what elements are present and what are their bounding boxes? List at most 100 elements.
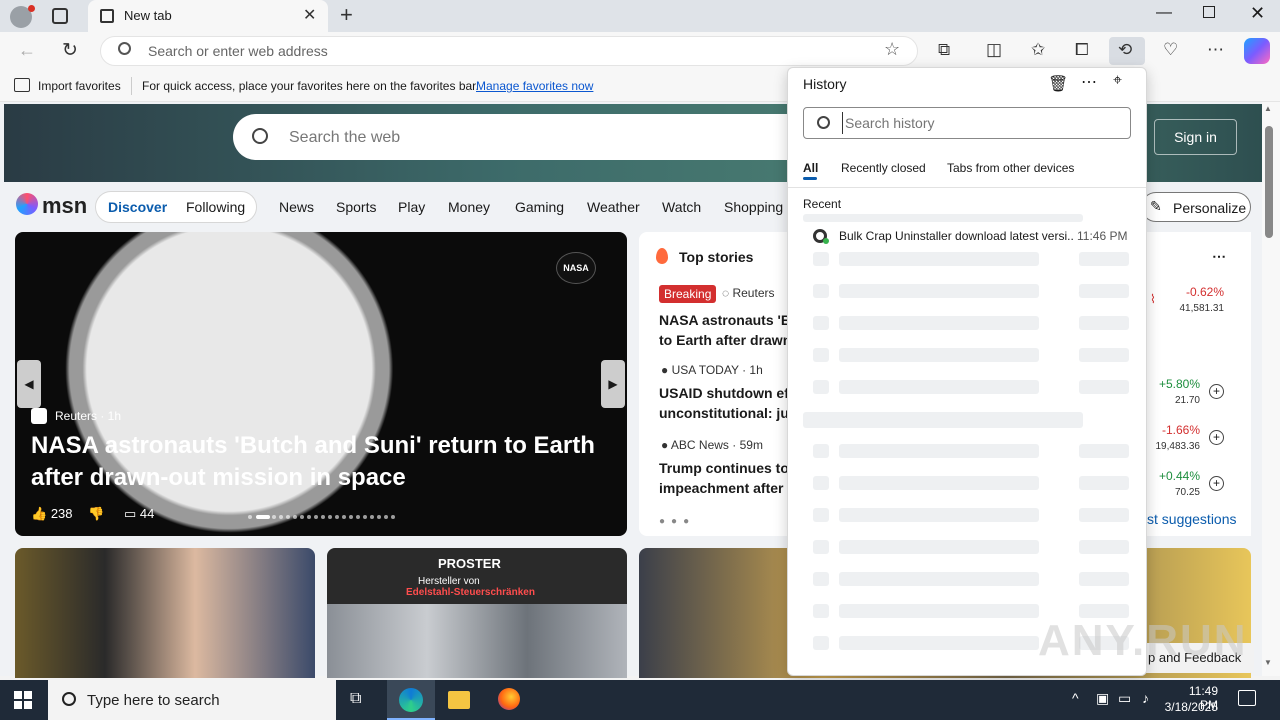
ad-brand: PROSTER <box>438 556 501 571</box>
carousel-dot[interactable] <box>342 515 346 519</box>
split-screen-icon[interactable]: ◫ <box>986 40 1002 60</box>
carousel-dot[interactable] <box>256 515 270 519</box>
story-headline[interactable]: to Earth after drawn- <box>659 330 789 350</box>
import-favorites-button[interactable]: Import favorites <box>38 79 121 93</box>
minimize-button[interactable]: — <box>1156 4 1172 22</box>
notification-icon[interactable] <box>1238 690 1256 706</box>
collections-icon[interactable]: ⧠ <box>1075 40 1089 60</box>
nav-gaming[interactable]: Gaming <box>515 199 564 215</box>
carousel-dot[interactable] <box>279 515 283 519</box>
close-window-button[interactable]: ✕ <box>1250 3 1265 24</box>
carousel-dot[interactable] <box>314 515 318 519</box>
file-explorer-icon[interactable] <box>448 691 470 709</box>
windows-start-icon[interactable] <box>14 691 32 709</box>
msn-logo[interactable]: msn <box>42 193 87 219</box>
clock-date[interactable]: 3/18/2025 <box>1160 700 1218 714</box>
tab-actions-icon[interactable] <box>52 8 68 24</box>
refresh-button[interactable]: ↻ <box>62 39 78 62</box>
favorite-star-icon[interactable]: ☆ <box>884 39 900 60</box>
carousel-dot[interactable] <box>272 515 276 519</box>
nav-discover[interactable]: Discover <box>108 199 167 215</box>
tab-other-devices[interactable]: Tabs from other devices <box>947 161 1074 175</box>
nav-play[interactable]: Play <box>398 199 425 215</box>
carousel-dot[interactable] <box>363 515 367 519</box>
carousel-dot[interactable] <box>370 515 374 519</box>
task-view-icon[interactable]: ⧉ <box>350 690 361 708</box>
like-button[interactable]: 👍 238 <box>31 506 73 522</box>
network-icon[interactable]: ▭ <box>1118 690 1131 707</box>
pin-icon[interactable]: ⌖ <box>1113 72 1122 90</box>
thumbs-down-icon[interactable]: 👎 <box>88 506 104 522</box>
nav-watch[interactable]: Watch <box>662 199 701 215</box>
story-headline[interactable]: NASA astronauts 'Bu <box>659 310 789 330</box>
carousel-dot[interactable] <box>391 515 395 519</box>
nav-weather[interactable]: Weather <box>587 199 640 215</box>
firefox-icon[interactable] <box>498 688 520 710</box>
copilot-icon[interactable] <box>1244 38 1270 64</box>
nav-following[interactable]: Following <box>186 199 245 215</box>
trash-icon[interactable]: 🗑 <box>1048 74 1068 94</box>
add-watchlist-button[interactable]: + <box>1209 430 1224 445</box>
history-search-input[interactable] <box>842 112 1122 134</box>
add-watchlist-button[interactable]: + <box>1209 384 1224 399</box>
tab-all[interactable]: All <box>803 161 818 175</box>
story-headline[interactable]: Trump continues to <box>659 458 789 478</box>
volume-icon[interactable]: ♪ <box>1142 690 1149 706</box>
address-placeholder[interactable]: Search or enter web address <box>148 43 328 59</box>
device-icon[interactable]: ▣ <box>1096 690 1109 707</box>
carousel-prev-button[interactable]: ◀ <box>17 360 41 408</box>
carousel-dot[interactable] <box>377 515 381 519</box>
profile-notification-dot <box>28 5 35 12</box>
story-headline[interactable]: impeachment after c <box>659 478 789 498</box>
chevron-up-icon[interactable]: ^ <box>1072 690 1079 706</box>
new-tab-button[interactable]: + <box>340 2 353 28</box>
story-headline[interactable]: unconstitutional: jud <box>659 403 789 423</box>
add-watchlist-button[interactable]: + <box>1209 476 1224 491</box>
scroll-down-icon[interactable]: ▼ <box>1264 658 1272 667</box>
flame-icon <box>656 248 668 264</box>
story-source: ◌ Reuters <box>722 286 775 300</box>
carousel-dot[interactable] <box>328 515 332 519</box>
nav-shopping[interactable]: Shopping <box>724 199 783 215</box>
carousel-next-button[interactable]: ▶ <box>601 360 625 408</box>
history-item-title[interactable]: Bulk Crap Uninstaller download latest ve… <box>839 229 1073 243</box>
more-menu-icon[interactable]: ⋯ <box>1207 40 1224 60</box>
more-options-icon[interactable]: ⋯ <box>1212 248 1226 265</box>
back-button[interactable]: ← <box>18 40 36 61</box>
manage-favorites-link[interactable]: Manage favorites now <box>476 79 593 93</box>
comments-button[interactable]: ▭ 44 <box>124 506 154 522</box>
suggestions-link[interactable]: st suggestions <box>1147 511 1237 527</box>
news-card-image[interactable] <box>15 548 315 678</box>
carousel-dot[interactable] <box>321 515 325 519</box>
scroll-up-icon[interactable]: ▲ <box>1264 104 1272 113</box>
more-options-icon[interactable]: ⋯ <box>1081 72 1098 92</box>
carousel-dot[interactable] <box>300 515 304 519</box>
carousel-dot[interactable] <box>356 515 360 519</box>
story-headline[interactable]: USAID shutdown eff <box>659 383 789 403</box>
carousel-dots[interactable] <box>248 515 396 519</box>
carousel-dot[interactable] <box>286 515 290 519</box>
carousel-dot[interactable] <box>248 515 252 519</box>
favorites-icon[interactable]: ✩ <box>1031 40 1045 60</box>
nav-news[interactable]: News <box>279 199 314 215</box>
web-search-placeholder[interactable]: Search the web <box>289 129 400 147</box>
nav-money[interactable]: Money <box>448 199 490 215</box>
nav-sports[interactable]: Sports <box>336 199 376 215</box>
stories-pager[interactable]: ●●● <box>659 516 695 527</box>
extensions-icon[interactable]: ⧉ <box>938 40 950 60</box>
performance-icon[interactable]: ♡ <box>1163 40 1178 60</box>
active-tab-indicator <box>803 177 817 180</box>
taskbar-search-placeholder[interactable]: Type here to search <box>87 692 220 709</box>
carousel-dot[interactable] <box>307 515 311 519</box>
carousel-dot[interactable] <box>349 515 353 519</box>
hero-headline[interactable]: NASA astronauts 'Butch and Suni' return … <box>31 430 611 494</box>
divider <box>131 77 132 95</box>
sign-in-button[interactable]: Sign in <box>1154 119 1237 155</box>
tab-recently-closed[interactable]: Recently closed <box>841 161 926 175</box>
carousel-dot[interactable] <box>335 515 339 519</box>
carousel-dot[interactable] <box>384 515 388 519</box>
maximize-button[interactable] <box>1203 6 1215 18</box>
carousel-dot[interactable] <box>293 515 297 519</box>
scroll-thumb[interactable] <box>1265 126 1273 238</box>
close-tab-icon[interactable]: ✕ <box>303 5 316 25</box>
